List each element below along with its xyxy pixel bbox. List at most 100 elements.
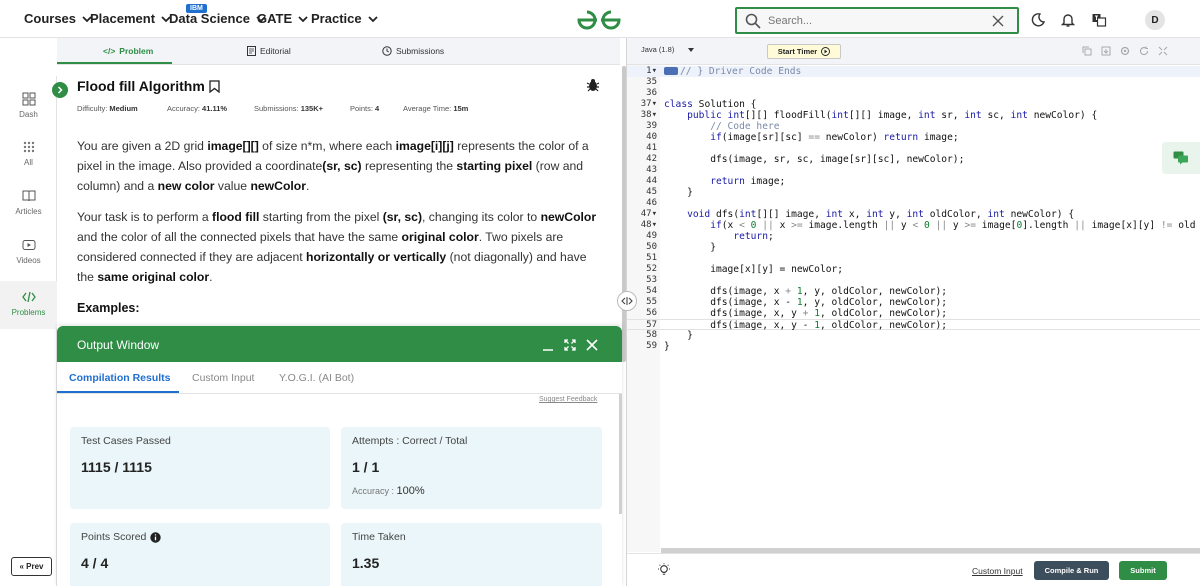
code-line[interactable]: 41 bbox=[627, 143, 1200, 154]
fullscreen-icon[interactable] bbox=[1158, 46, 1168, 56]
bold-text: horizontally or vertically bbox=[306, 250, 447, 264]
nav-data-science[interactable]: Data Science bbox=[169, 11, 267, 26]
nav-placement[interactable]: Placement bbox=[90, 11, 172, 26]
chat-widget-button[interactable] bbox=[1162, 142, 1200, 174]
translate-icon[interactable] bbox=[1091, 12, 1107, 28]
code-line[interactable]: 38▾ public int[][] floodFill(int[][] ima… bbox=[627, 110, 1200, 121]
code-line[interactable]: 51 bbox=[627, 253, 1200, 264]
output-scrollbar[interactable] bbox=[619, 394, 622, 514]
code-text: return; bbox=[733, 231, 774, 242]
accuracy-value: 100% bbox=[396, 485, 425, 497]
code-line[interactable]: 59} bbox=[627, 341, 1200, 352]
copy-icon[interactable] bbox=[1082, 46, 1092, 56]
search-box[interactable] bbox=[735, 7, 1019, 34]
prev-button[interactable]: « Prev bbox=[11, 557, 52, 576]
code-line[interactable]: 35 bbox=[627, 77, 1200, 88]
nav-courses[interactable]: Courses bbox=[24, 11, 93, 26]
code-line[interactable]: 40 if(image[sr][sc] == newColor) return … bbox=[627, 132, 1200, 143]
code-line[interactable]: 46 bbox=[627, 198, 1200, 209]
info-icon[interactable] bbox=[150, 531, 162, 543]
tab-problem-label: Problem bbox=[119, 46, 154, 56]
code-line[interactable]: 36 bbox=[627, 88, 1200, 99]
code-line[interactable]: 45 } bbox=[627, 187, 1200, 198]
resize-handle[interactable] bbox=[617, 291, 637, 311]
language-select[interactable]: Java (1.8) bbox=[641, 45, 695, 54]
sidebar-item-problems[interactable]: Problems bbox=[0, 281, 57, 329]
chevron-down-icon bbox=[367, 15, 378, 22]
settings-icon[interactable] bbox=[1120, 46, 1130, 56]
code-line[interactable]: 37▾ class Solution { bbox=[627, 99, 1200, 110]
tab-submissions[interactable]: Submissions bbox=[382, 46, 444, 56]
minimize-icon[interactable] bbox=[542, 339, 554, 351]
line-number: 43 bbox=[646, 165, 657, 175]
start-timer-button[interactable]: Start Timer bbox=[767, 44, 841, 59]
code-line[interactable]: 44 return image; bbox=[627, 176, 1200, 187]
suggest-feedback-link[interactable]: Suggest Feedback bbox=[539, 396, 597, 403]
bell-icon[interactable] bbox=[1060, 12, 1076, 28]
code-line[interactable]: 53 bbox=[627, 275, 1200, 286]
code-line[interactable]: 57 dfs(image, x, y - 1, oldColor, newCol… bbox=[627, 319, 1200, 331]
code-text: dfs(image, x - 1, y, oldColor, newColor)… bbox=[664, 297, 948, 308]
bug-report-icon[interactable] bbox=[586, 78, 600, 92]
time-taken-value: 1.35 bbox=[352, 555, 380, 571]
code-line[interactable]: 49 return; bbox=[627, 231, 1200, 242]
difficulty-label: Difficulty: bbox=[77, 104, 108, 113]
points-label: Points: bbox=[350, 104, 373, 113]
lightbulb-icon[interactable] bbox=[657, 563, 671, 577]
code-line[interactable]: 50 } bbox=[627, 242, 1200, 253]
line-number: 52 bbox=[646, 264, 657, 274]
submit-button[interactable]: Submit bbox=[1119, 561, 1167, 580]
custom-input-link[interactable]: Custom Input bbox=[972, 566, 1023, 576]
code-editor[interactable]: 1▾ // } Driver Code Ends 35 36 37▾ class Solu… bbox=[627, 65, 1200, 552]
nav-practice[interactable]: Practice bbox=[311, 11, 379, 26]
code-line[interactable]: 39 // Code here bbox=[627, 121, 1200, 132]
line-number: 38▾ bbox=[640, 110, 657, 120]
download-icon[interactable] bbox=[1101, 46, 1111, 56]
book-icon bbox=[22, 190, 35, 202]
compile-run-button[interactable]: Compile & Run bbox=[1034, 561, 1109, 580]
line-number: 46 bbox=[646, 198, 657, 208]
code-line[interactable]: 43 bbox=[627, 165, 1200, 176]
text: . bbox=[305, 179, 310, 193]
expand-sidebar-button[interactable] bbox=[52, 82, 68, 98]
accuracy-row: Accuracy : 100% bbox=[352, 485, 425, 497]
tab-editorial[interactable]: Editorial bbox=[247, 46, 291, 56]
avatar[interactable]: D bbox=[1145, 10, 1165, 30]
sidebar-item-label: Dash bbox=[19, 110, 38, 119]
nav-gate[interactable]: GATE bbox=[257, 11, 309, 26]
submissions-meta: Submissions: 135K+ bbox=[254, 104, 323, 113]
sidebar-item-articles[interactable]: Articles bbox=[0, 189, 57, 229]
tab-problem[interactable]: </> Problem bbox=[103, 46, 153, 56]
code-text: if(image[sr][sc] == newColor) return ima… bbox=[710, 132, 959, 143]
code-line[interactable]: 56 dfs(image, x, y + 1, oldColor, newCol… bbox=[627, 308, 1200, 319]
code-line[interactable]: 42 dfs(image, sr, sc, image[sr][sc], new… bbox=[627, 154, 1200, 165]
code-line[interactable]: 55 dfs(image, x - 1, y, oldColor, newCol… bbox=[627, 297, 1200, 308]
text: Your task is to perform a bbox=[77, 210, 213, 224]
avg-time-meta: Average Time: 15m bbox=[403, 104, 468, 113]
bookmark-icon[interactable] bbox=[209, 79, 220, 93]
sidebar-item-videos[interactable]: Videos bbox=[0, 238, 57, 278]
tab-compilation-results[interactable]: Compilation Results bbox=[69, 372, 171, 384]
text: , changing its color to bbox=[422, 210, 541, 224]
collapsed-code-marker[interactable] bbox=[664, 67, 678, 75]
code-line[interactable]: 52 image[x][y] = newColor; bbox=[627, 264, 1200, 275]
text: You are given a 2D grid bbox=[77, 139, 208, 153]
code-line[interactable]: 47▾ void dfs(int[][] image, int x, int y… bbox=[627, 209, 1200, 220]
tab-yogi-ai-bot[interactable]: Y.O.G.I. (AI Bot) bbox=[279, 372, 354, 384]
code-line[interactable]: 58 } bbox=[627, 330, 1200, 341]
page-title: Flood fill Algorithm bbox=[77, 78, 205, 94]
code-line[interactable]: 1▾ // } Driver Code Ends bbox=[627, 66, 1200, 77]
sidebar-item-dash[interactable]: Dash bbox=[0, 92, 57, 132]
gfg-logo[interactable] bbox=[576, 9, 622, 31]
maximize-icon[interactable] bbox=[564, 339, 576, 351]
close-icon[interactable] bbox=[586, 339, 598, 351]
clear-icon[interactable] bbox=[992, 15, 1004, 27]
reset-icon[interactable] bbox=[1139, 46, 1149, 56]
search-input[interactable] bbox=[768, 14, 988, 27]
tab-custom-input[interactable]: Custom Input bbox=[192, 372, 254, 384]
code-line[interactable]: 48▾ if(x < 0 || x >= image.length || y <… bbox=[627, 220, 1200, 231]
dark-mode-icon[interactable] bbox=[1030, 12, 1046, 28]
sidebar-item-all[interactable]: All bbox=[0, 140, 57, 180]
attempts-card: Attempts : Correct / Total 1 / 1 Accurac… bbox=[341, 427, 602, 509]
code-line[interactable]: 54 dfs(image, x + 1, y, oldColor, newCol… bbox=[627, 286, 1200, 297]
